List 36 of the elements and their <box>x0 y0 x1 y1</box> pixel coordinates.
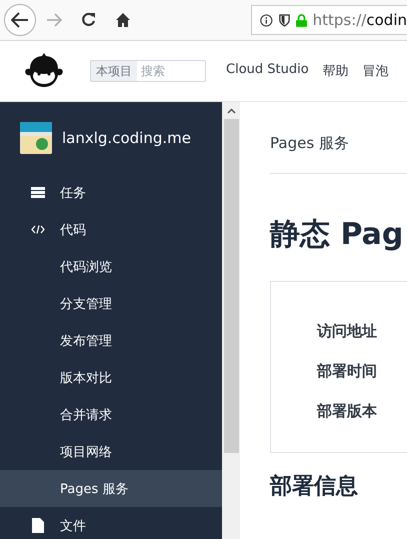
breadcrumb: Pages 服务 <box>270 102 407 174</box>
field-label: 部署时间 <box>317 361 378 382</box>
sidebar-item[interactable]: 分支管理 <box>0 285 222 322</box>
shield-icon <box>278 12 290 28</box>
lock-icon <box>296 12 307 28</box>
sidebar-item[interactable]: 文件 <box>0 507 222 539</box>
page-title: 静态 Pag <box>270 216 404 254</box>
sidebar-item[interactable]: 任务 <box>0 174 222 211</box>
info-icon <box>260 12 273 28</box>
sidebar-item[interactable]: 发布管理 <box>0 322 222 359</box>
sidebar-item[interactable]: 项目网络 <box>0 433 222 470</box>
file-icon <box>32 518 44 533</box>
project-avatar-icon[interactable] <box>20 122 52 154</box>
section-heading: 部署信息 <box>270 473 359 501</box>
url-text: codin <box>366 11 407 29</box>
code-icon <box>31 225 45 234</box>
project-name[interactable]: lanxlg.coding.me <box>62 129 191 147</box>
url-text: https:// <box>312 11 366 29</box>
address-bar[interactable]: https://codin <box>251 5 407 35</box>
list-icon <box>31 187 45 198</box>
back-arrow-icon <box>11 12 29 28</box>
sidebar-item[interactable]: 代码浏览 <box>0 248 222 285</box>
field-label: 访问地址 <box>317 321 378 342</box>
nav-link[interactable]: 冒泡 <box>362 62 389 80</box>
scrollbar[interactable] <box>222 102 240 539</box>
sidebar-item[interactable]: 代码 <box>0 211 222 248</box>
nav-link[interactable]: 帮助 <box>322 62 349 80</box>
sidebar-item[interactable]: Pages 服务 <box>0 470 222 507</box>
forward-arrow-icon <box>47 13 63 27</box>
sidebar-item[interactable]: 合并请求 <box>0 396 222 433</box>
nav-link[interactable]: Cloud Studio <box>226 62 309 80</box>
field-label: 部署版本 <box>317 401 378 422</box>
home-icon <box>115 12 131 28</box>
sidebar-item[interactable]: 版本对比 <box>0 359 222 396</box>
back-button[interactable] <box>4 4 36 36</box>
reload-icon <box>81 12 97 28</box>
